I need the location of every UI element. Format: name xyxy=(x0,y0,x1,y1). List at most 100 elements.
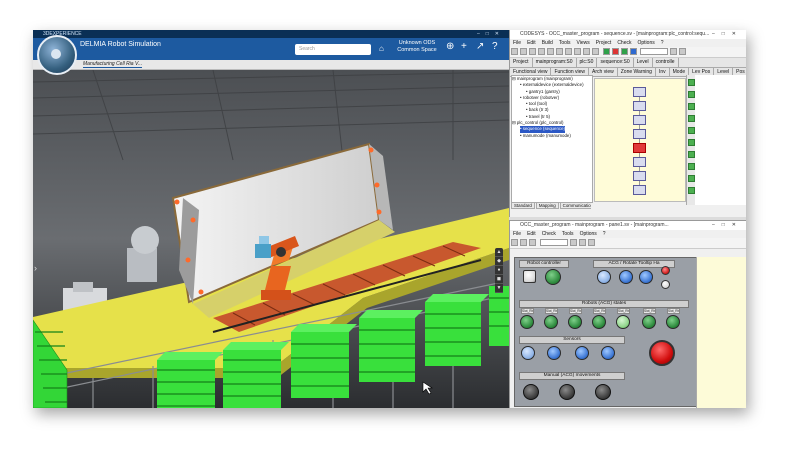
delmia-window: 3DEXPERIENCE –□✕ DELMIA Robot Simulation… xyxy=(33,30,509,408)
edit-icon[interactable] xyxy=(529,239,536,246)
sensor-2[interactable] xyxy=(547,346,561,360)
rotate-button-2[interactable] xyxy=(619,270,633,284)
stop-icon[interactable] xyxy=(611,48,619,55)
manual-move-2[interactable] xyxy=(559,384,575,400)
menu-item-1[interactable]: Edit xyxy=(527,231,536,237)
robot-state-6[interactable] xyxy=(642,315,656,329)
tab-5[interactable]: controlle xyxy=(653,58,679,67)
hmi-panel: Robot controller ACG / Rotate Tooltip Ha… xyxy=(514,257,698,407)
slot-label-7: Slot_Rb7 xyxy=(667,308,680,314)
tree-tab-2[interactable]: Communication xyxy=(559,202,591,209)
debug-icon[interactable] xyxy=(629,48,637,55)
zoom-out-icon[interactable] xyxy=(578,239,586,246)
window-controls[interactable]: –□✕ xyxy=(712,30,743,39)
menu-item-2[interactable]: Build xyxy=(542,40,553,46)
menu-item-8[interactable]: ? xyxy=(661,40,664,46)
pointer-icon[interactable] xyxy=(511,239,518,246)
window-controls[interactable]: –□✕ xyxy=(477,30,505,38)
tab-2[interactable]: plc:S0 xyxy=(577,58,598,67)
menu-item-7[interactable]: Options xyxy=(638,40,655,46)
menu-item-6[interactable]: Check xyxy=(617,40,631,46)
add-icon[interactable]: ⊕ xyxy=(446,41,454,52)
tree-tab-0[interactable]: Standard xyxy=(511,202,535,209)
cut-icon[interactable] xyxy=(538,48,545,55)
menu-item-4[interactable]: Options xyxy=(580,231,597,237)
status-light xyxy=(661,280,670,289)
manual-move-3[interactable] xyxy=(595,384,611,400)
zoom-select[interactable] xyxy=(640,48,669,55)
tab-0[interactable]: Project xyxy=(510,58,533,67)
undo-icon[interactable] xyxy=(565,48,572,55)
rotate-button-3[interactable] xyxy=(639,270,653,284)
zoom-in-icon[interactable] xyxy=(670,48,678,55)
help-icon[interactable]: ? xyxy=(492,41,498,52)
step-icon[interactable] xyxy=(620,48,628,55)
group-robot-controller: Robot controller xyxy=(519,260,569,268)
controller-monitor-icon[interactable] xyxy=(523,270,536,283)
robot-state-4[interactable] xyxy=(592,315,606,329)
rotate-button-1[interactable] xyxy=(597,270,611,284)
tree-tab-1[interactable]: Mapping xyxy=(535,202,559,209)
compass-icon[interactable] xyxy=(37,35,77,75)
3d-viewport[interactable]: › ▲ ◆ ● ◼ ▼ xyxy=(33,69,509,408)
find-icon[interactable] xyxy=(583,48,590,55)
plus-icon[interactable]: + xyxy=(461,41,467,52)
tab-1[interactable]: mainprogram:S0 xyxy=(533,58,577,67)
controller-power-button[interactable] xyxy=(545,269,561,285)
project-tree[interactable]: ⊟ mainprogram (mainprogram) • externaldev… xyxy=(511,75,593,203)
search-input[interactable]: Search xyxy=(295,44,371,55)
menu-item-2[interactable]: Check xyxy=(542,231,556,237)
sfc-diagram[interactable] xyxy=(594,78,686,202)
copy-icon[interactable] xyxy=(547,48,554,55)
emergency-stop-button[interactable] xyxy=(649,340,675,366)
tag-icon[interactable]: ⌂ xyxy=(379,44,384,53)
variable-panel[interactable] xyxy=(686,75,746,205)
robot-state-7[interactable] xyxy=(666,315,680,329)
menu-item-4[interactable]: Views xyxy=(577,40,590,46)
menu-item-5[interactable]: ? xyxy=(603,231,606,237)
menu-item-0[interactable]: File xyxy=(513,231,521,237)
zoom-in-icon[interactable] xyxy=(569,239,577,246)
new-icon[interactable] xyxy=(511,48,518,55)
menu-item-3[interactable]: Tools xyxy=(562,231,574,237)
tab-4[interactable]: Level xyxy=(634,58,653,67)
save-icon[interactable] xyxy=(529,48,536,55)
expand-left-arrow[interactable]: › xyxy=(34,263,37,273)
paste-icon[interactable] xyxy=(556,48,563,55)
build-icon[interactable] xyxy=(592,48,599,55)
share-icon[interactable]: ↗ xyxy=(476,41,484,52)
hmi-side-panel xyxy=(696,257,746,408)
view-toolbar[interactable]: ▲ ◆ ● ◼ ▼ xyxy=(495,248,503,293)
robot-state-1[interactable] xyxy=(520,315,534,329)
sensor-4[interactable] xyxy=(601,346,615,360)
tab-3[interactable]: sequence:S0 xyxy=(597,58,634,67)
window-controls[interactable]: –□✕ xyxy=(712,221,743,230)
zoom-out-icon[interactable] xyxy=(679,48,687,55)
user-space[interactable]: Unknown ODS Common Space xyxy=(393,40,441,54)
sensor-3[interactable] xyxy=(575,346,589,360)
fit-icon[interactable] xyxy=(587,239,595,246)
menu-item-0[interactable]: File xyxy=(513,40,521,46)
codesys-window: CODESYS - OCC_master_program - sequence.… xyxy=(509,30,746,217)
redo-icon[interactable] xyxy=(574,48,581,55)
robot-state-3[interactable] xyxy=(568,315,582,329)
manual-move-1[interactable] xyxy=(523,384,539,400)
menu-item-3[interactable]: Tools xyxy=(559,40,571,46)
hand-icon[interactable] xyxy=(520,239,527,246)
hmi-titlebar: OCC_master_program - mainprogram - pane1… xyxy=(510,221,746,230)
delmia-tab-strip: Manufacturing Cell Ria V... xyxy=(33,60,509,70)
slot-label-3: Slot_Rb3 xyxy=(569,308,582,314)
menu-item-1[interactable]: Edit xyxy=(527,40,536,46)
robot-state-5[interactable] xyxy=(616,315,630,329)
tree-item[interactable]: • manumode (manumode) xyxy=(512,133,592,139)
group-manual-movements: Manual (ACG) movements xyxy=(519,372,625,380)
open-icon[interactable] xyxy=(520,48,527,55)
menu-item-5[interactable]: Project xyxy=(596,40,612,46)
zoom-select[interactable] xyxy=(539,239,568,246)
robot-state-2[interactable] xyxy=(544,315,558,329)
tab-manufacturing-cell[interactable]: Manufacturing Cell Ria V... xyxy=(83,61,143,68)
sensor-1[interactable] xyxy=(521,346,535,360)
run-icon[interactable] xyxy=(602,48,610,55)
codesys-tabs: Project mainprogram:S0 plc:S0 sequence:S0 Le… xyxy=(510,58,746,68)
hmi-menubar: File Edit Check Tools Options? xyxy=(510,230,746,238)
